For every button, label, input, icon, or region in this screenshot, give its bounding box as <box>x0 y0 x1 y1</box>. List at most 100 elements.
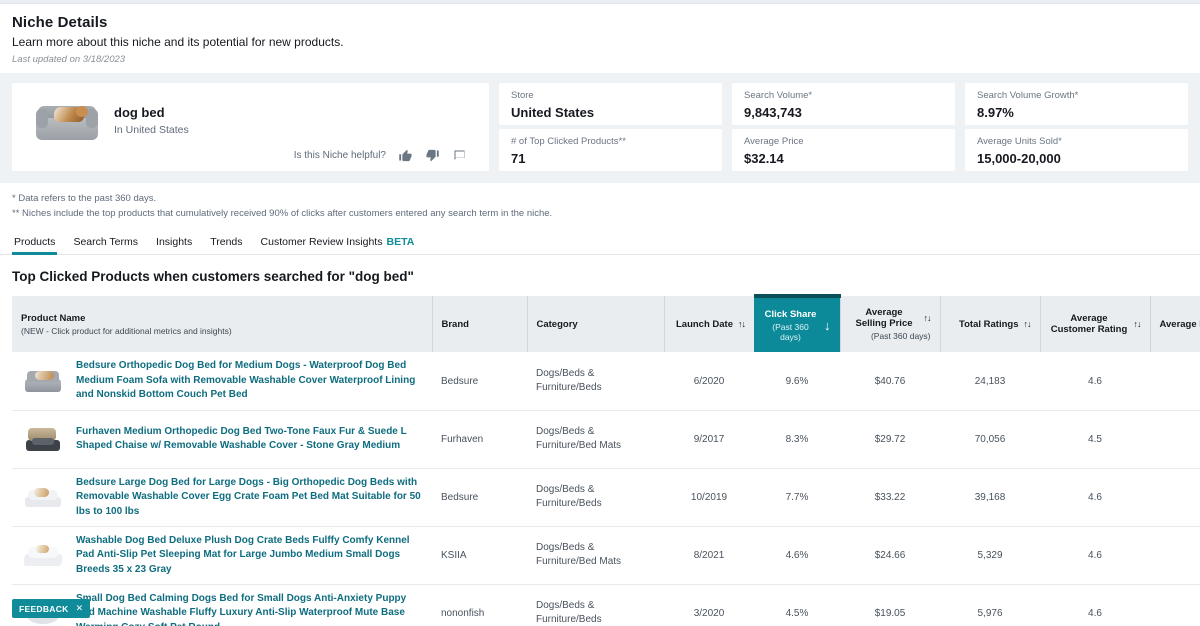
metric-label: Search Volume* <box>744 90 943 101</box>
product-name-link[interactable]: Bedsure Large Dog Bed for Large Dogs - B… <box>76 476 423 520</box>
sort-arrows-icon[interactable]: ↑↓ <box>1134 320 1141 329</box>
product-name-cell: Furhaven Medium Orthopedic Dog Bed Two-T… <box>12 410 432 468</box>
average-selling-price-cell: $40.76 <box>840 352 940 410</box>
column-label: Total Ratings <box>959 319 1018 330</box>
brand-cell: Bedsure <box>432 352 527 410</box>
close-icon[interactable]: ✕ <box>76 603 84 614</box>
total-ratings-cell: 39,168 <box>940 468 1040 526</box>
comment-icon[interactable] <box>452 148 467 163</box>
product-name-link[interactable]: Small Dog Bed Calming Dogs Bed for Small… <box>76 592 423 626</box>
sort-arrows-icon[interactable]: ↑↓ <box>738 320 745 329</box>
column-label: Product Name <box>21 313 85 324</box>
click-share-cell: 8.3% <box>754 410 840 468</box>
tab-search-terms[interactable]: Search Terms <box>71 233 140 254</box>
column-label: Category <box>537 319 578 330</box>
brand-cell: Bedsure <box>432 468 527 526</box>
category-cell: Dogs/Beds & Furniture/Beds <box>527 584 664 626</box>
page-header: Niche Details Learn more about this nich… <box>0 4 1200 73</box>
footnote-one: * Data refers to the past 360 days. <box>12 192 1188 207</box>
table-header-row: Product Name (NEW - Click product for ad… <box>12 296 1200 352</box>
niche-summary-card: dog bed In United States Is this Niche h… <box>12 83 489 171</box>
brand-cell: nononfish <box>432 584 527 626</box>
average-customer-rating-cell: 4.5 <box>1040 410 1150 468</box>
niche-summary-top: dog bed In United States <box>12 83 489 148</box>
product-thumbnail-icon <box>22 482 64 512</box>
launch-date-cell: 6/2020 <box>664 352 754 410</box>
average-bsr-cell <box>1150 584 1200 626</box>
metric-card-top-clicked-products: # of Top Clicked Products** 71 <box>499 129 722 171</box>
product-name-cell: Washable Dog Bed Deluxe Plush Dog Crate … <box>12 526 432 584</box>
launch-date-cell: 3/2020 <box>664 584 754 626</box>
table-title: Top Clicked Products when customers sear… <box>0 255 1200 294</box>
launch-date-cell: 8/2021 <box>664 526 754 584</box>
average-selling-price-cell: $19.05 <box>840 584 940 626</box>
metric-value: 71 <box>511 151 710 166</box>
tab-label: Search Terms <box>73 236 138 248</box>
column-header-average-bsr[interactable]: Average BSR <box>1150 296 1200 352</box>
metric-value: 8.97% <box>977 105 1176 120</box>
niche-helpful-row: Is this Niche helpful? <box>12 148 489 171</box>
click-share-cell: 7.7% <box>754 468 840 526</box>
tab-products[interactable]: Products <box>12 233 57 254</box>
table-row[interactable]: Small Dog Bed Calming Dogs Bed for Small… <box>12 584 1200 626</box>
thumbs-down-icon[interactable] <box>425 148 440 163</box>
column-label: Brand <box>442 319 469 330</box>
product-name-link[interactable]: Furhaven Medium Orthopedic Dog Bed Two-T… <box>76 425 423 454</box>
table-row[interactable]: Washable Dog Bed Deluxe Plush Dog Crate … <box>12 526 1200 584</box>
metric-label: Average Units Sold* <box>977 136 1176 147</box>
column-sublabel: (NEW - Click product for additional metr… <box>21 326 423 336</box>
click-share-cell: 4.5% <box>754 584 840 626</box>
column-label: Average Selling Price <box>850 307 919 329</box>
category-cell: Dogs/Beds & Furniture/Beds <box>527 352 664 410</box>
column-header-category[interactable]: Category <box>527 296 664 352</box>
column-header-click-share[interactable]: Click Share (Past 360 days) ↓ <box>754 296 840 352</box>
column-label: Launch Date <box>676 319 733 330</box>
column-header-brand[interactable]: Brand <box>432 296 527 352</box>
click-share-cell: 4.6% <box>754 526 840 584</box>
tab-insights[interactable]: Insights <box>154 233 194 254</box>
column-header-average-selling-price[interactable]: Average Selling Price ↑↓ (Past 360 days) <box>840 296 940 352</box>
niche-thumbnail <box>34 98 100 143</box>
niche-text: dog bed In United States <box>114 105 189 136</box>
average-bsr-cell <box>1150 526 1200 584</box>
product-name-link[interactable]: Bedsure Orthopedic Dog Bed for Medium Do… <box>76 359 423 403</box>
average-selling-price-cell: $29.72 <box>840 410 940 468</box>
niche-location: In United States <box>114 124 189 136</box>
sort-arrows-icon[interactable]: ↑↓ <box>1024 320 1031 329</box>
tab-customer-review-insights[interactable]: Customer Review InsightsBETA <box>259 233 417 254</box>
product-name-link[interactable]: Washable Dog Bed Deluxe Plush Dog Crate … <box>76 534 423 578</box>
metric-card-search-volume-growth: Search Volume Growth* 8.97% <box>965 83 1188 125</box>
tab-trends[interactable]: Trends <box>208 233 244 254</box>
metric-card-search-volume: Search Volume* 9,843,743 <box>732 83 955 125</box>
average-bsr-cell <box>1150 352 1200 410</box>
feedback-button[interactable]: FEEDBACK ✕ <box>12 599 90 618</box>
column-sublabel: (Past 360 days) <box>763 322 818 342</box>
tab-label: Trends <box>210 236 242 248</box>
table-body: Bedsure Orthopedic Dog Bed for Medium Do… <box>12 352 1200 626</box>
table-row[interactable]: Bedsure Orthopedic Dog Bed for Medium Do… <box>12 352 1200 410</box>
tab-label: Customer Review Insights <box>261 236 383 248</box>
average-customer-rating-cell: 4.6 <box>1040 526 1150 584</box>
column-header-average-customer-rating[interactable]: Average Customer Rating ↑↓ <box>1040 296 1150 352</box>
table-row[interactable]: Furhaven Medium Orthopedic Dog Bed Two-T… <box>12 410 1200 468</box>
column-header-product-name[interactable]: Product Name (NEW - Click product for ad… <box>12 296 432 352</box>
thumbs-up-icon[interactable] <box>398 148 413 163</box>
footnote-two: ** Niches include the top products that … <box>12 207 1188 222</box>
footnotes: * Data refers to the past 360 days. ** N… <box>0 183 1200 221</box>
feedback-label: FEEDBACK <box>19 604 69 614</box>
brand-cell: KSIIA <box>432 526 527 584</box>
last-updated-text: Last updated on 3/18/2023 <box>12 54 1188 65</box>
metric-label: # of Top Clicked Products** <box>511 136 710 147</box>
column-header-launch-date[interactable]: Launch Date ↑↓ <box>664 296 754 352</box>
metric-value: 15,000-20,000 <box>977 151 1176 166</box>
sort-descending-icon[interactable]: ↓ <box>824 318 831 333</box>
sort-arrows-icon[interactable]: ↑↓ <box>924 314 931 323</box>
column-label: Average BSR <box>1160 319 1200 330</box>
table-row[interactable]: Bedsure Large Dog Bed for Large Dogs - B… <box>12 468 1200 526</box>
category-cell: Dogs/Beds & Furniture/Bed Mats <box>527 526 664 584</box>
niche-name: dog bed <box>114 105 189 120</box>
niche-helpful-label: Is this Niche helpful? <box>294 150 386 161</box>
column-header-total-ratings[interactable]: Total Ratings ↑↓ <box>940 296 1040 352</box>
average-bsr-cell <box>1150 468 1200 526</box>
average-selling-price-cell: $33.22 <box>840 468 940 526</box>
